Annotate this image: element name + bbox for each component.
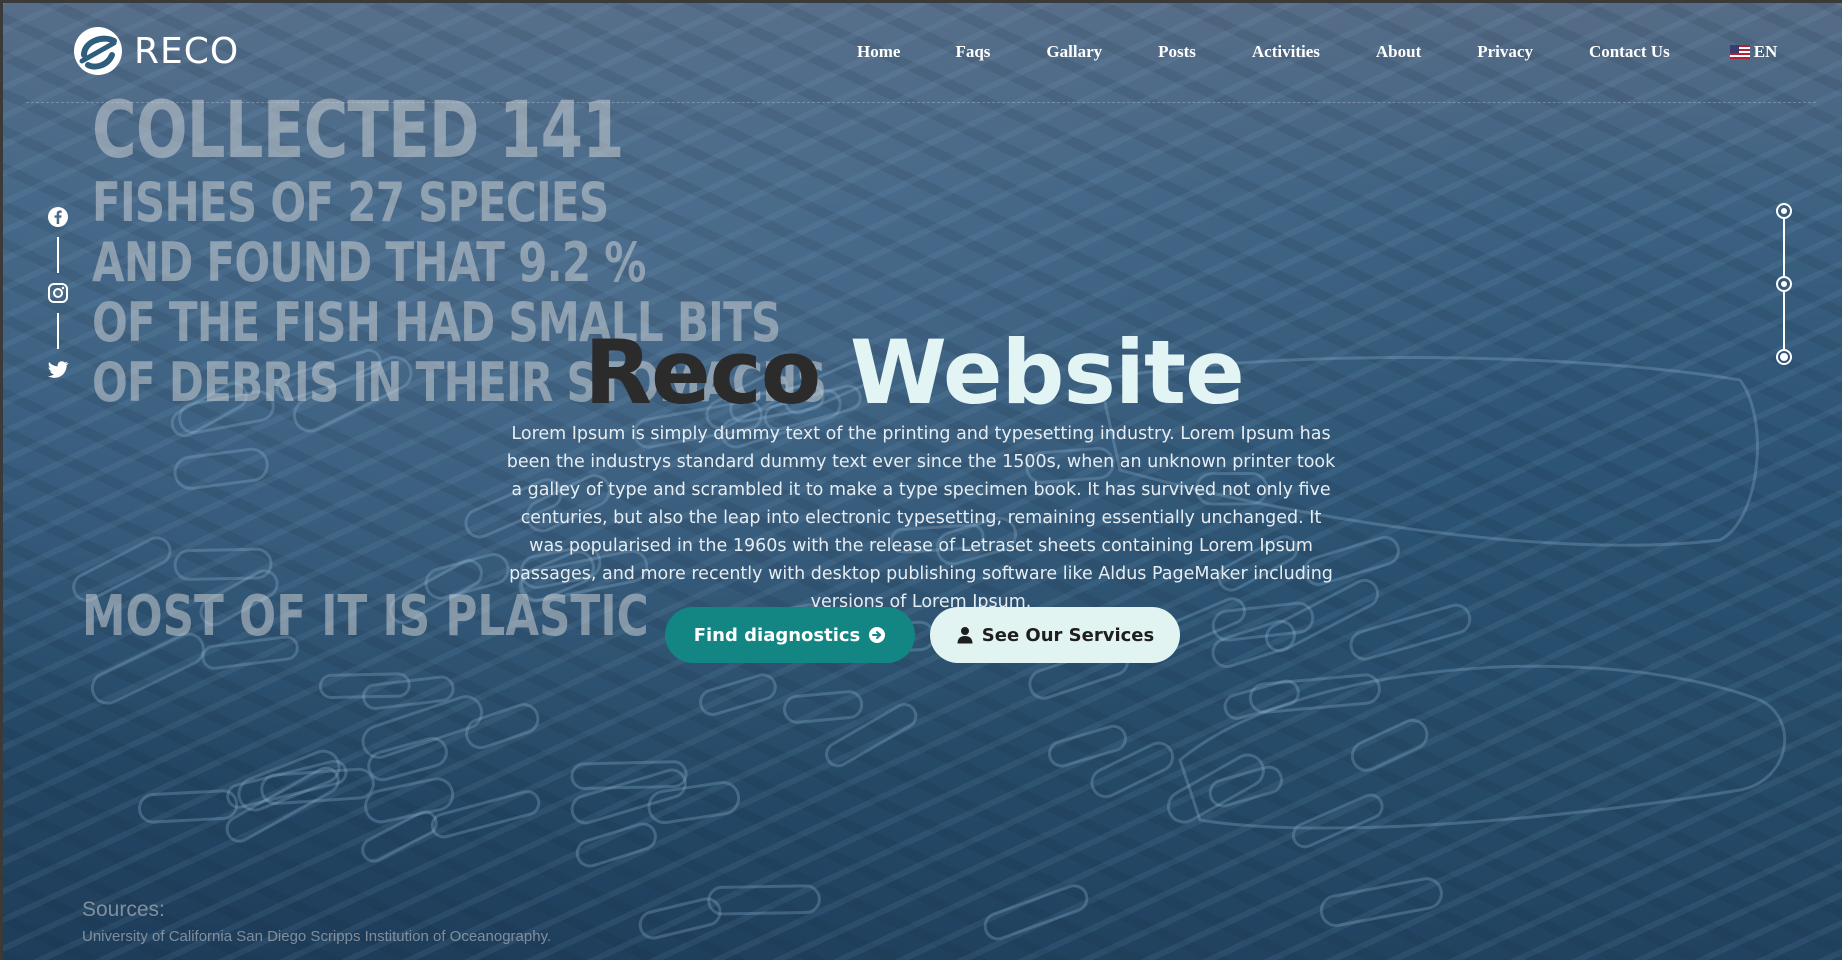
bottle-shape <box>173 547 273 581</box>
bottle-shape <box>1211 619 1296 669</box>
page: COLLECTED 141 FISHES OF 27 SPECIES AND F… <box>0 0 1842 960</box>
language-label: EN <box>1753 42 1778 61</box>
bottle-shape <box>1047 724 1127 768</box>
us-flag-icon <box>1729 45 1750 59</box>
poster-line: FISHES OF 27 SPECIES <box>92 171 609 234</box>
hero-title: Reco Website <box>0 321 1842 424</box>
bottle-shape <box>237 749 341 812</box>
main-nav: Home Faqs Gallary Posts Activities About… <box>857 42 1777 62</box>
poster-line: AND FOUND THAT 9.2 % <box>92 231 647 294</box>
site-header: RECO Home Faqs Gallary Posts Activities … <box>0 0 1842 104</box>
bottle-shape <box>570 768 687 825</box>
bottle-shape <box>430 790 541 839</box>
nav-about[interactable]: About <box>1376 42 1421 62</box>
bottle-shape <box>1349 603 1472 661</box>
see-our-services-button[interactable]: See Our Services <box>930 607 1180 663</box>
bottle-shape <box>225 766 340 843</box>
bottle-shape <box>465 703 540 750</box>
find-diagnostics-button[interactable]: Find diagnostics <box>665 607 915 663</box>
hero-title-part1: Reco <box>584 320 821 424</box>
bottle-shape <box>361 810 438 863</box>
bottle-shape <box>699 673 777 716</box>
hero-title-part2: Website <box>849 320 1245 424</box>
language-selector[interactable]: EN <box>1729 42 1778 62</box>
poster-sources-text: University of California San Diego Scrip… <box>82 928 552 945</box>
bottle-shape <box>782 690 864 724</box>
bottle-shape <box>318 672 411 699</box>
bottle-shape <box>647 781 741 825</box>
slider-dot[interactable] <box>1776 276 1792 292</box>
bottle-shape <box>707 884 821 916</box>
bottle-shape <box>173 447 269 490</box>
find-diagnostics-label: Find diagnostics <box>693 624 861 646</box>
poster-sources: Sources: University of California San Di… <box>82 898 551 945</box>
bottle-shape <box>137 789 239 824</box>
social-divider <box>57 237 59 273</box>
bottle-shape <box>226 759 348 809</box>
poster-sources-label: Sources: <box>82 898 165 921</box>
nav-contact-us[interactable]: Contact Us <box>1589 42 1670 62</box>
slider-connector <box>1783 219 1785 276</box>
nav-gallary[interactable]: Gallary <box>1046 42 1102 62</box>
nav-privacy[interactable]: Privacy <box>1477 42 1533 62</box>
logo-mark-icon <box>74 27 122 75</box>
large-bottle-shape <box>1178 664 1787 830</box>
arrow-right-circle-icon <box>869 627 886 643</box>
nav-faqs[interactable]: Faqs <box>955 42 990 62</box>
see-our-services-label: See Our Services <box>981 624 1155 646</box>
bottle-shape <box>361 695 484 759</box>
instagram-icon[interactable] <box>46 281 70 305</box>
bottle-shape <box>364 777 455 824</box>
logo-text: RECO <box>134 30 240 72</box>
user-icon <box>957 627 973 644</box>
bottle-shape <box>367 736 448 782</box>
left-border <box>0 0 3 960</box>
bottle-shape <box>1248 673 1381 714</box>
bottle-shape <box>1350 718 1429 772</box>
bottle-shape <box>260 767 375 806</box>
bottle-shape <box>575 822 657 868</box>
bottle-shape <box>1223 679 1300 720</box>
nav-activities[interactable]: Activities <box>1252 42 1320 62</box>
header-divider <box>26 102 1816 103</box>
slider-dot[interactable] <box>1776 203 1792 219</box>
hero-description: Lorem Ipsum is simply dummy text of the … <box>506 423 1336 612</box>
bottle-shape <box>983 884 1089 941</box>
nav-posts[interactable]: Posts <box>1158 42 1196 62</box>
bottle-shape <box>1090 741 1175 799</box>
logo[interactable]: RECO <box>74 27 239 75</box>
facebook-icon[interactable] <box>46 205 70 229</box>
bottle-shape <box>1291 793 1384 849</box>
bottle-shape <box>825 703 918 768</box>
bottle-shape <box>1319 877 1443 927</box>
bottle-shape <box>362 675 455 710</box>
bottle-shape <box>1166 753 1265 824</box>
nav-home[interactable]: Home <box>857 42 900 62</box>
bottle-shape <box>1208 765 1283 808</box>
bottle-shape <box>638 897 722 940</box>
bottle-shape <box>570 760 688 790</box>
